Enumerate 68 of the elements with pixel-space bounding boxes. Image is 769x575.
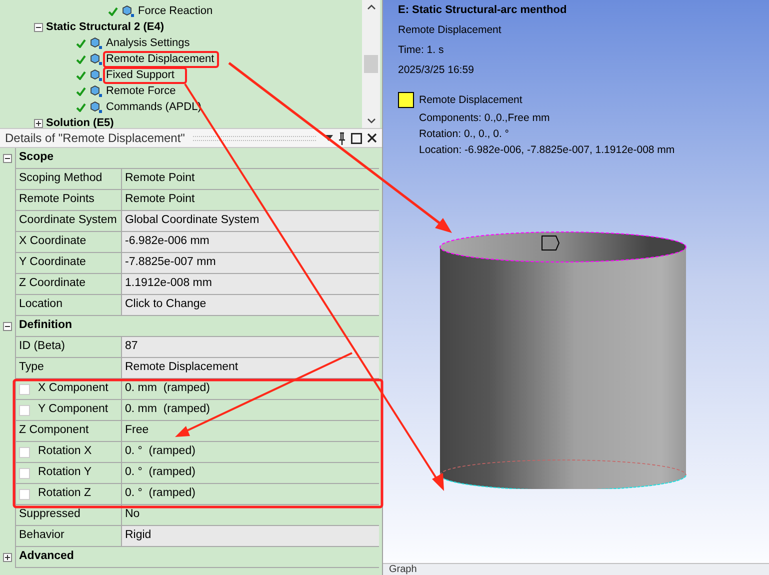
property-value: -6.982e-006 mm: [122, 232, 379, 252]
legend-label: Remote Displacement: [419, 93, 522, 108]
pin-icon[interactable]: [338, 132, 346, 144]
property-name: X Component: [38, 381, 108, 396]
property-value: 87: [122, 337, 379, 357]
tree-item[interactable]: Static Structural 2 (E4): [46, 18, 164, 36]
cube-icon: [89, 68, 103, 82]
panel-title: Details of "Remote Displacement": [5, 130, 185, 147]
cube-icon: [89, 84, 103, 98]
property-value: Remote Displacement: [122, 358, 379, 378]
tree-item[interactable]: Force Reaction: [138, 2, 213, 20]
checkbox[interactable]: [19, 384, 30, 394]
dropdown-icon[interactable]: [324, 135, 333, 141]
legend-text: Components: 0.,0.,Free mm: [419, 111, 551, 126]
property-name: Coordinate System: [19, 213, 117, 228]
maximize-icon[interactable]: [351, 132, 362, 144]
property-name: Rotation X: [38, 444, 92, 460]
section-header[interactable]: Advanced: [15, 547, 379, 568]
scroll-down-icon[interactable]: [366, 118, 376, 124]
info-text: Remote Displacement: [398, 23, 502, 38]
collapse-icon[interactable]: [3, 322, 12, 331]
property-name: Location: [19, 297, 62, 312]
expand-icon[interactable]: [3, 553, 12, 562]
close-icon[interactable]: [367, 133, 377, 143]
expand-icon[interactable]: [34, 118, 43, 128]
property-value: -7.8825e-007 mm: [122, 253, 379, 273]
property-name: Remote Points: [19, 192, 94, 208]
collapse-icon[interactable]: [34, 22, 43, 32]
property-name: Suppressed: [19, 507, 80, 522]
info-text: Time: 1. s: [398, 43, 445, 58]
checkbox[interactable]: [19, 446, 30, 458]
graph-tab[interactable]: Graph: [389, 564, 417, 575]
scrollbar-thumb[interactable]: [364, 55, 378, 73]
property-name: Rotation Y: [38, 465, 92, 480]
model-title: E: Static Structural-arc menthod: [398, 3, 568, 18]
cube-icon: [89, 52, 103, 66]
property-value: 1.1912e-008 mm: [122, 274, 379, 294]
property-name: Type: [19, 360, 44, 376]
property-name: ID (Beta): [19, 339, 66, 354]
info-text: 2025/3/25 16:59: [398, 63, 475, 78]
checkbox[interactable]: [19, 468, 30, 478]
property-value: Click to Change: [122, 295, 379, 315]
tree-item[interactable]: Remote Displacement: [106, 50, 214, 68]
property-name: Y Coordinate: [19, 255, 86, 270]
property-name: Z Coordinate: [19, 276, 86, 292]
property-name: Rotation Z: [38, 486, 92, 502]
scroll-up-icon[interactable]: [366, 4, 376, 10]
tree-item[interactable]: Remote Force: [106, 82, 176, 100]
checkbox[interactable]: [19, 488, 30, 500]
legend-text: Rotation: 0., 0., 0. °: [419, 127, 510, 142]
cube-icon: [89, 100, 103, 114]
property-name: Behavior: [19, 528, 64, 544]
property-value: Global Coordinate System: [122, 211, 379, 231]
collapse-icon[interactable]: [3, 154, 12, 163]
tree-item[interactable]: Fixed Support: [106, 66, 174, 84]
tree-item[interactable]: Solution (E5): [46, 114, 114, 132]
scrollbar[interactable]: [362, 0, 380, 128]
legend-text: Location: -6.982e-006, -7.8825e-007, 1.1912e-008 mm: [419, 143, 676, 158]
property-name: X Coordinate: [19, 234, 86, 250]
tree-item[interactable]: Analysis Settings: [106, 34, 190, 52]
property-value: Rigid: [122, 526, 379, 546]
property-name: Z Component: [19, 423, 89, 438]
property-name: Scoping Method: [19, 171, 102, 186]
graphics-viewport[interactable]: E: Static Structural-arc menthod Remote Displacement Time: 1. s 2025/3/25 16:59 Remote Displacement Components: 0.,0.,Free mm Rotation: 0., 0., 0. ° Location: -6.982e-006, -7.8825e-007, 1.1912e-008 mm: [383, 0, 769, 563]
cube-icon: [89, 36, 103, 50]
checkbox[interactable]: [19, 404, 30, 416]
property-name: Y Component: [38, 402, 108, 418]
cube-icon: [121, 4, 135, 18]
